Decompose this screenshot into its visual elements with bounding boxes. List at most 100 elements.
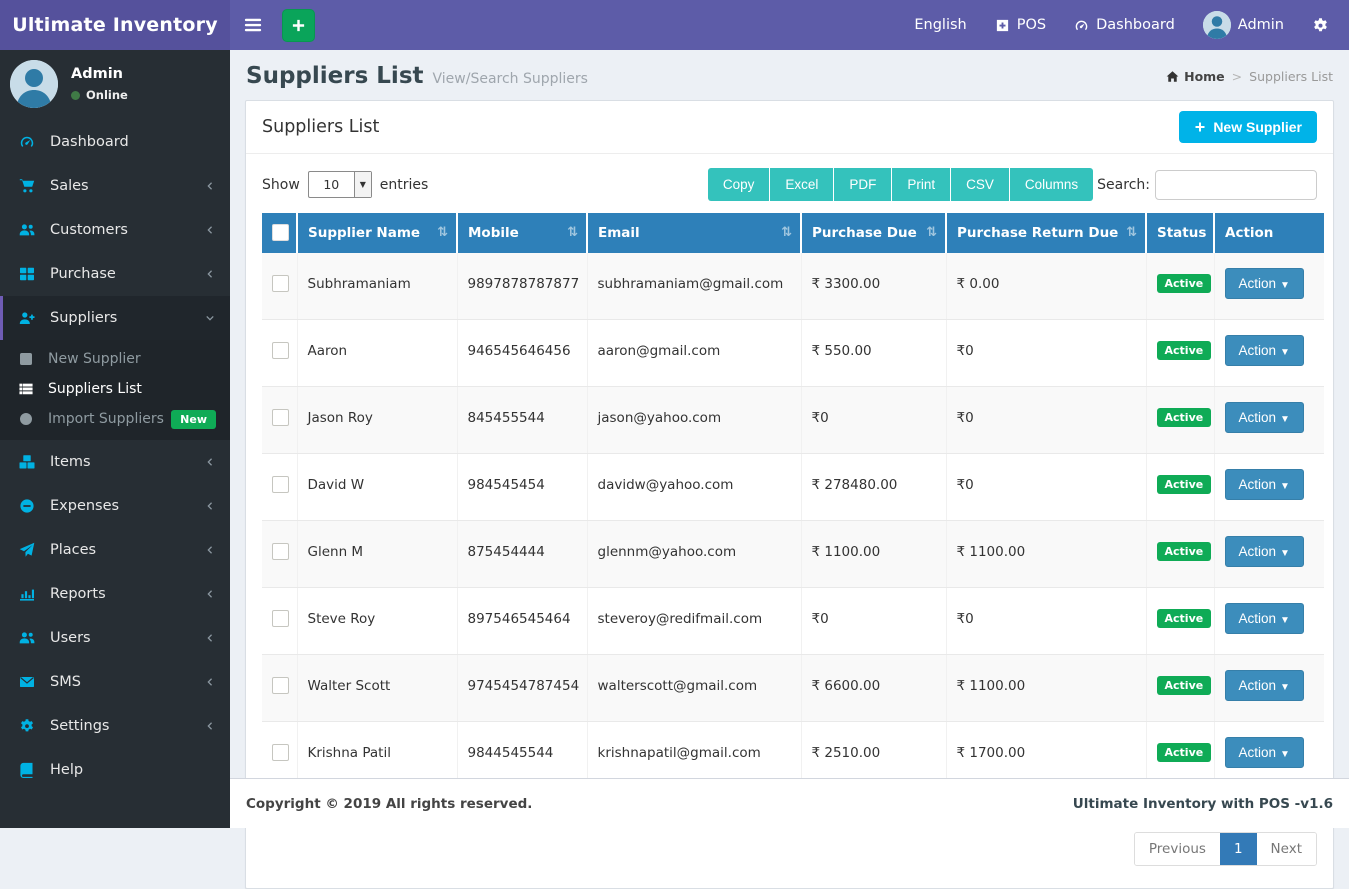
quick-add-button[interactable] bbox=[282, 9, 315, 42]
column-header-mobile[interactable]: Mobile⇅ bbox=[457, 213, 587, 253]
user-menu[interactable]: Admin bbox=[1203, 11, 1284, 39]
sidebar-toggle-hamburger-icon[interactable] bbox=[243, 13, 267, 37]
row-checkbox[interactable] bbox=[272, 543, 289, 560]
row-action-button[interactable]: Action▼ bbox=[1225, 603, 1304, 634]
table-row: Jason Roy845455544jason@yahoo.com₹0₹0Act… bbox=[262, 387, 1324, 454]
column-header-status: Status bbox=[1146, 213, 1214, 253]
row-action-button[interactable]: Action▼ bbox=[1225, 268, 1304, 299]
bar-chart-icon bbox=[19, 586, 38, 602]
gear-icon bbox=[19, 718, 38, 734]
new-supplier-button[interactable]: New Supplier bbox=[1179, 111, 1317, 143]
breadcrumb: Home > Suppliers List bbox=[1166, 69, 1333, 84]
pos-link[interactable]: POS bbox=[995, 17, 1046, 33]
row-checkbox[interactable] bbox=[272, 476, 289, 493]
cell-purchase-return-due: ₹0 bbox=[946, 588, 1146, 655]
row-checkbox[interactable] bbox=[272, 409, 289, 426]
top-navbar: Ultimate Inventory English POS Dashboard… bbox=[0, 0, 1349, 50]
language-menu[interactable]: English bbox=[914, 17, 966, 33]
caret-down-icon: ▼ bbox=[1280, 615, 1290, 626]
online-dot-icon bbox=[71, 91, 80, 100]
select-all-checkbox[interactable] bbox=[272, 224, 289, 241]
plus-icon bbox=[1194, 121, 1206, 133]
app-brand[interactable]: Ultimate Inventory bbox=[0, 0, 230, 50]
row-action-button[interactable]: Action▼ bbox=[1225, 335, 1304, 366]
export-pdf-button[interactable]: PDF bbox=[833, 168, 891, 201]
sidebar-item-sales[interactable]: Sales bbox=[0, 164, 230, 208]
search-input[interactable] bbox=[1155, 170, 1317, 200]
pagination: Previous 1 Next bbox=[1134, 832, 1317, 866]
export-csv-button[interactable]: CSV bbox=[950, 168, 1009, 201]
sidebar-item-dashboard[interactable]: Dashboard bbox=[0, 120, 230, 164]
status-badge: Active bbox=[1157, 743, 1212, 762]
cell-purchase-due: ₹ 1100.00 bbox=[801, 521, 946, 588]
sort-icon: ⇅ bbox=[567, 225, 578, 240]
column-header-purchase-return-due[interactable]: Purchase Return Due⇅ bbox=[946, 213, 1146, 253]
sidebar-item-items[interactable]: Items bbox=[0, 440, 230, 484]
table-row: Aaron946545646456aaron@gmail.com₹ 550.00… bbox=[262, 320, 1324, 387]
sidebar-item-users[interactable]: Users bbox=[0, 616, 230, 660]
column-header-supplier-name[interactable]: Supplier Name⇅ bbox=[297, 213, 457, 253]
sidebar-item-purchase[interactable]: Purchase bbox=[0, 252, 230, 296]
chevron-left-icon bbox=[205, 225, 215, 235]
row-action-button[interactable]: Action▼ bbox=[1225, 737, 1304, 768]
minus-circle-icon bbox=[19, 498, 38, 514]
sidebar-item-reports[interactable]: Reports bbox=[0, 572, 230, 616]
column-header-email[interactable]: Email⇅ bbox=[587, 213, 801, 253]
select-all-header-cell bbox=[262, 213, 297, 253]
status-badge: Active bbox=[1157, 542, 1212, 561]
caret-down-icon: ▼ bbox=[1280, 481, 1290, 492]
cell-purchase-due: ₹ 3300.00 bbox=[801, 253, 946, 320]
sidebar-item-suppliers[interactable]: Suppliers bbox=[0, 296, 230, 340]
row-checkbox[interactable] bbox=[272, 275, 289, 292]
row-action-button[interactable]: Action▼ bbox=[1225, 670, 1304, 701]
table-row: David W984545454davidw@yahoo.com₹ 278480… bbox=[262, 454, 1324, 521]
pagination-next[interactable]: Next bbox=[1257, 833, 1316, 865]
row-checkbox[interactable] bbox=[272, 610, 289, 627]
cell-mobile: 845455544 bbox=[457, 387, 587, 454]
user-name: Admin bbox=[71, 66, 128, 82]
export-print-button[interactable]: Print bbox=[891, 168, 950, 201]
sidebar-subitem-new-supplier[interactable]: New Supplier bbox=[0, 344, 230, 374]
settings-gear-menu[interactable] bbox=[1312, 17, 1329, 34]
sidebar-subitem-label: Suppliers List bbox=[48, 381, 142, 397]
row-checkbox[interactable] bbox=[272, 342, 289, 359]
cell-email: glennm@yahoo.com bbox=[587, 521, 801, 588]
search-label: Search: bbox=[1097, 177, 1150, 193]
cell-purchase-due: ₹ 550.00 bbox=[801, 320, 946, 387]
sidebar-subitem-suppliers-list[interactable]: Suppliers List bbox=[0, 374, 230, 404]
cell-email: aaron@gmail.com bbox=[587, 320, 801, 387]
cell-email: subhramaniam@gmail.com bbox=[587, 253, 801, 320]
breadcrumb-home[interactable]: Home bbox=[1166, 69, 1225, 84]
book-icon bbox=[19, 762, 38, 778]
sidebar-item-customers[interactable]: Customers bbox=[0, 208, 230, 252]
status-badge: Active bbox=[1157, 475, 1212, 494]
suppliers-table: Supplier Name⇅Mobile⇅Email⇅Purchase Due⇅… bbox=[262, 213, 1324, 789]
export-columns-button[interactable]: Columns bbox=[1009, 168, 1093, 201]
sidebar-item-sms[interactable]: SMS bbox=[0, 660, 230, 704]
tachometer-icon bbox=[1074, 18, 1089, 33]
breadcrumb-current: Suppliers List bbox=[1249, 69, 1333, 84]
page-subtitle: View/Search Suppliers bbox=[433, 65, 588, 87]
chevron-left-icon bbox=[205, 269, 215, 279]
export-copy-button[interactable]: Copy bbox=[708, 168, 770, 201]
pagination-previous[interactable]: Previous bbox=[1135, 833, 1220, 865]
row-checkbox[interactable] bbox=[272, 744, 289, 761]
sidebar-item-places[interactable]: Places bbox=[0, 528, 230, 572]
sidebar-item-expenses[interactable]: Expenses bbox=[0, 484, 230, 528]
sidebar-item-help[interactable]: Help bbox=[0, 748, 230, 792]
dashboard-link[interactable]: Dashboard bbox=[1074, 17, 1175, 33]
row-action-button[interactable]: Action▼ bbox=[1225, 536, 1304, 567]
sidebar-item-label: Purchase bbox=[50, 266, 205, 282]
sort-icon: ⇅ bbox=[437, 225, 448, 240]
row-action-button[interactable]: Action▼ bbox=[1225, 469, 1304, 500]
export-excel-button[interactable]: Excel bbox=[769, 168, 833, 201]
row-checkbox[interactable] bbox=[272, 677, 289, 694]
table-row: Steve Roy897546545464steveroy@redifmail.… bbox=[262, 588, 1324, 655]
column-header-purchase-due[interactable]: Purchase Due⇅ bbox=[801, 213, 946, 253]
sidebar-item-settings[interactable]: Settings bbox=[0, 704, 230, 748]
sidebar-subitem-import-suppliers[interactable]: Import SuppliersNew bbox=[0, 404, 230, 434]
pagination-page-1[interactable]: 1 bbox=[1220, 833, 1257, 865]
page-length-select[interactable]: 10 ▼ bbox=[308, 171, 372, 198]
row-action-button[interactable]: Action▼ bbox=[1225, 402, 1304, 433]
envelope-icon bbox=[19, 674, 38, 690]
